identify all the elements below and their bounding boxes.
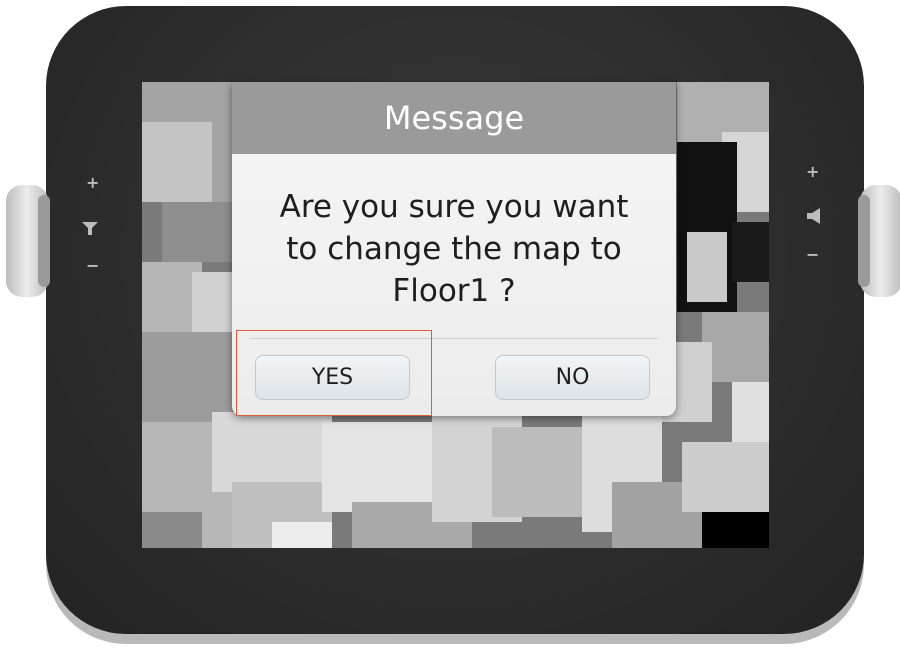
speaker-icon[interactable] [804,207,824,225]
dialog-message-line: Floor1 ? [392,273,516,309]
right-minus-button[interactable]: − [806,245,819,264]
dialog-title: Message [383,99,525,137]
dialog-divider [250,338,658,339]
no-button[interactable]: NO [495,355,650,400]
right-knob[interactable] [858,185,900,297]
left-plus-button[interactable]: + [86,173,99,192]
confirm-dialog: Message Are you sure you want to change … [232,82,676,416]
dialog-message-line: Are you sure you want [279,189,629,225]
dialog-message-line: to change the map to [286,231,622,267]
dialog-message: Are you sure you want to change the map … [252,186,656,312]
left-knob[interactable] [6,185,50,297]
right-plus-button[interactable]: + [806,162,819,181]
left-minus-button[interactable]: − [86,256,99,275]
mic-icon[interactable] [80,219,100,237]
yes-button[interactable]: YES [255,355,410,400]
dialog-header: Message [232,82,676,154]
